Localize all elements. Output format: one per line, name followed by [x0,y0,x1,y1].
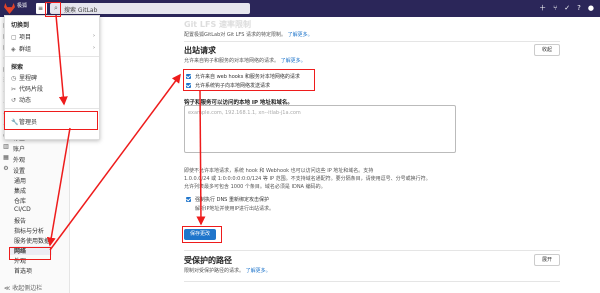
divider [184,250,560,251]
top-icons: ＋ ⑂ ✓? ● [532,3,594,13]
allowlist-placeholder: example.com, 192.168.1.1, xn--itlab-j1a.… [188,110,301,116]
learn-more-link[interactable]: 了解更多。 [281,58,306,64]
sidebar-item[interactable]: ▦ 外观 [0,153,68,164]
explore-heading: 探索 [11,64,24,71]
learn-more-link[interactable]: 了解更多。 [246,268,271,274]
allowlist-textarea[interactable]: example.com, 192.168.1.1, xn--itlab-j1a.… [184,105,456,153]
sidebar-item-label: 外观 [13,157,26,164]
allowlist-help-2: 1.0.0.0/24 或 1:0:0:0:0:0:0/124 等 IP 范围。不… [184,176,431,182]
menu-item-label: 里程碑 [19,75,38,82]
plus-icon[interactable]: ＋ [539,4,546,12]
menu-item-label: 群组 [19,46,32,53]
sidebar-subitem[interactable]: 指标与分析 [14,226,44,235]
sidebar-subitem[interactable]: 首选项 [14,266,32,275]
annotation-box-menu [45,2,61,17]
dns-rebinding-help: 解析IP地址并使用IP进行出站请求。 [195,206,274,212]
menu-divider [5,108,99,109]
annotation-box-save [182,226,222,243]
allowlist-help-1: 即使不允许本地请求，系统 hook 和 Webhook 也可以访问这些 IP 地… [184,168,374,174]
divider [184,281,560,282]
protected-desc: 限制对受保护路径的请求。 [184,268,245,274]
settings-main: Git LFS 速率限制 配置极狐GitLab对 Git LFS 请求的特定限制… [70,17,600,293]
sidebar-item[interactable]: ⚙ 设置 [0,164,68,175]
outbound-desc: 允许来自钩子和服务的对本地网络的请求。 [184,58,280,64]
annotation-box-checkboxes [183,69,315,91]
menu-item-activity[interactable]: ↺ 动态 [11,95,31,104]
sidebar-subitem[interactable]: 仓库 [14,196,26,205]
annotation-box-admin [4,111,98,130]
issues-icon[interactable]: ✓ [564,4,570,12]
sidebar-item-label: 设置 [13,168,26,175]
sidebar-subitem[interactable]: 集成 [14,186,26,195]
sidebar-item[interactable]: ▥ 账户 [0,142,68,153]
sidebar-subitem[interactable]: 通用 [14,176,26,185]
allowlist-help-3: 允许列表最多可包含 1000 个条目。域名必须是 IDNA 编码的。 [184,184,326,190]
outbound-title: 出站请求 [184,46,216,55]
gitlab-logo-icon[interactable] [4,3,15,14]
group-icon: ◈ [11,46,16,53]
menu-item-label: 代码片段 [19,86,44,93]
sidebar-subitem[interactable]: CI/CD [14,206,31,213]
snippet-icon: ✂ [11,86,17,93]
sidebar-item-label: 账户 [13,146,26,153]
menu-divider [5,56,99,57]
menu-icon: ≡ [38,5,44,12]
lfs-rate-limit-title: Git LFS 速率限制 [184,20,252,29]
avatar[interactable]: ● [588,4,594,12]
menu-item-label: 项目 [19,34,32,41]
menu-item-projects[interactable]: ▢ 项目 [11,32,31,41]
expand-button[interactable]: 展开 [534,254,560,266]
divider [184,41,560,42]
clock-icon: ◷ [11,75,17,82]
sidebar-item-icon: ⚙ [3,165,9,172]
search-placeholder: 搜索 GitLab [64,7,98,14]
learn-more-link[interactable]: 了解更多。 [288,32,313,38]
protected-paths-title: 受保护的路径 [184,256,232,265]
menu-item-snippets[interactable]: ✂ 代码片段 [11,84,43,93]
annotation-box-network [9,247,51,260]
chevron-right-icon: › [93,45,95,51]
lfs-desc: 配置极狐GitLab对 Git LFS 请求的特定限制。 [184,32,286,38]
dns-rebinding-label: 强制执行 DNS 重新绑定攻击保护 [195,197,269,203]
menu-item-label: 动态 [19,97,32,104]
search-input[interactable]: ⌕ 搜索 GitLab [50,3,250,14]
sidebar-item-icon: ▥ [3,143,9,150]
project-icon: ▢ [11,34,17,41]
sidebar-subitem[interactable]: 报告 [14,216,26,225]
sidebar-subitem[interactable]: 服务使用数据 [14,236,50,245]
help-icon[interactable]: ? [577,4,581,12]
dns-rebinding-checkbox[interactable] [186,197,191,202]
history-icon: ↺ [11,97,17,104]
merge-request-icon[interactable]: ⑂ [553,4,557,12]
switch-to-heading: 切换到 [11,22,30,29]
chevron-right-icon: › [93,33,95,39]
menu-item-milestones[interactable]: ◷ 里程碑 [11,73,37,82]
collapse-sidebar-button[interactable]: ≪ 收起侧边栏 [4,283,42,292]
collapse-button[interactable]: 收起 [534,44,560,56]
brand-name: 极狐 [17,3,28,9]
menu-item-groups[interactable]: ◈ 群组 [11,44,31,53]
sidebar-item-icon: ▦ [3,154,9,161]
